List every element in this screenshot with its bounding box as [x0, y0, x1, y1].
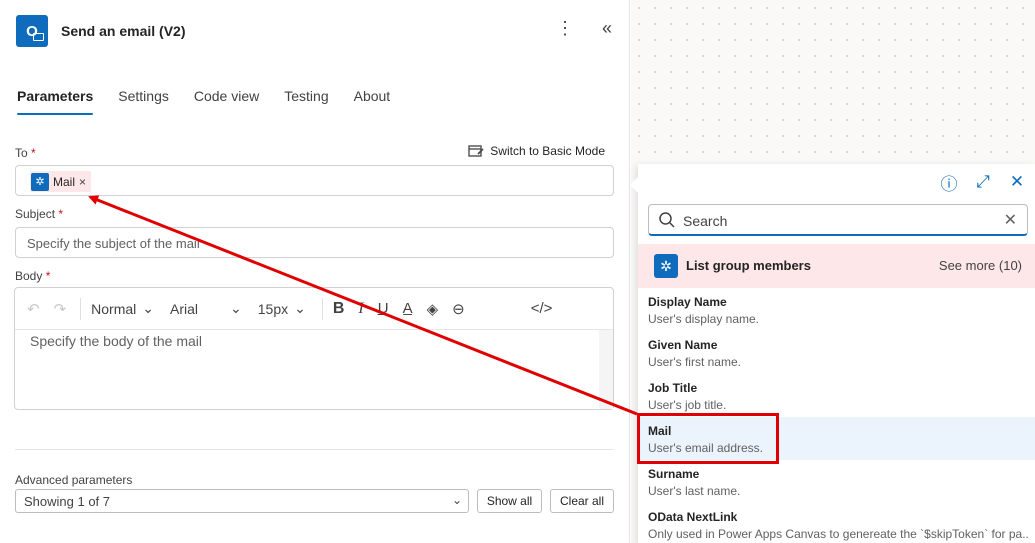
see-more-link[interactable]: See more (10)	[939, 258, 1022, 273]
section-divider	[15, 449, 614, 450]
font-size-dropdown[interactable]: 15px ⌄	[258, 300, 306, 317]
subject-label: Subject *	[15, 207, 64, 221]
bold-icon[interactable]: B	[333, 300, 345, 318]
redo-icon[interactable]: ↷	[54, 300, 67, 318]
advanced-parameters-select[interactable]: Showing 1 of 7 ⌄	[15, 489, 469, 513]
info-icon[interactable]: ⓘ	[940, 173, 958, 194]
code-view-icon[interactable]: </>	[531, 300, 553, 317]
tab-parameters[interactable]: Parameters	[17, 88, 94, 115]
tab-settings[interactable]: Settings	[118, 88, 169, 114]
list-item[interactable]: Surname User's last name.	[638, 460, 1035, 503]
dynamic-content-search[interactable]: Search ✕	[648, 204, 1028, 236]
style-dropdown[interactable]: Normal ⌄	[91, 300, 154, 317]
chevron-down-icon: ⌄	[142, 300, 155, 316]
italic-icon[interactable]: I	[358, 300, 363, 318]
collapse-panel-icon[interactable]: «	[597, 18, 617, 38]
link-icon[interactable]: ⊖	[452, 300, 465, 318]
dynamic-content-panel: ⓘ ⤢ ✕ Search ✕ ✲ List group members See …	[630, 164, 1035, 543]
list-item[interactable]: Job Title User's job title.	[638, 374, 1035, 417]
clear-all-button[interactable]: Clear all	[550, 489, 614, 513]
edit-table-icon	[468, 145, 484, 157]
chevron-down-icon: ⌄	[230, 300, 242, 316]
annotation-highlight-box	[637, 413, 779, 464]
tab-bar: Parameters Settings Code view Testing Ab…	[17, 88, 391, 115]
more-options-icon[interactable]: ⋮	[555, 18, 575, 38]
list-item[interactable]: Given Name User's first name.	[638, 331, 1035, 374]
search-icon	[659, 212, 675, 228]
to-label: To *	[15, 146, 36, 160]
show-all-button[interactable]: Show all	[477, 489, 542, 513]
expand-icon[interactable]: ⤢	[974, 172, 992, 191]
panel-header: O Send an email (V2)	[16, 15, 185, 47]
group-members-icon: ✲	[31, 172, 49, 191]
highlight-icon[interactable]: ◈	[427, 300, 439, 318]
list-item[interactable]: Display Name User's display name.	[638, 288, 1035, 331]
chevron-down-icon: ⌄	[451, 493, 462, 507]
action-title: Send an email (V2)	[61, 23, 186, 39]
mail-token[interactable]: ✲ Mail ×	[30, 171, 92, 192]
switch-basic-mode-button[interactable]: Switch to Basic Mode	[468, 144, 605, 158]
advanced-parameters-label: Advanced parameters	[15, 473, 133, 487]
font-dropdown[interactable]: Arial ⌄	[170, 300, 242, 317]
outlook-icon: O	[16, 15, 48, 47]
clear-search-icon[interactable]: ✕	[1004, 210, 1017, 230]
list-item[interactable]: OData NextLink Only used in Power Apps Ca…	[638, 503, 1035, 543]
tab-about[interactable]: About	[354, 88, 391, 114]
underline-icon[interactable]: U	[378, 300, 389, 317]
tab-testing[interactable]: Testing	[284, 88, 328, 114]
font-color-icon[interactable]: A̲	[403, 300, 413, 317]
body-label: Body *	[15, 269, 51, 283]
editor-scrollbar[interactable]	[599, 330, 613, 409]
group-members-icon: ✲	[654, 254, 678, 278]
remove-token-icon[interactable]: ×	[79, 175, 86, 189]
body-editor[interactable]: ↶ ↷ Normal ⌄ Arial ⌄ 15px ⌄ B I U A̲ ◈ ⊖ </…	[14, 287, 614, 410]
close-icon[interactable]: ✕	[1008, 172, 1026, 191]
tab-code-view[interactable]: Code view	[194, 88, 259, 114]
to-field[interactable]: ✲ Mail ×	[15, 165, 614, 196]
undo-icon[interactable]: ↶	[27, 300, 40, 318]
editor-toolbar: ↶ ↷ Normal ⌄ Arial ⌄ 15px ⌄ B I U A̲ ◈ ⊖ </…	[15, 288, 613, 330]
group-header[interactable]: ✲ List group members See more (10)	[638, 244, 1035, 288]
action-config-panel: O Send an email (V2) ⋮ « Parameters Sett…	[0, 0, 630, 543]
chevron-down-icon: ⌄	[294, 300, 306, 316]
subject-field[interactable]: Specify the subject of the mail	[15, 227, 614, 258]
